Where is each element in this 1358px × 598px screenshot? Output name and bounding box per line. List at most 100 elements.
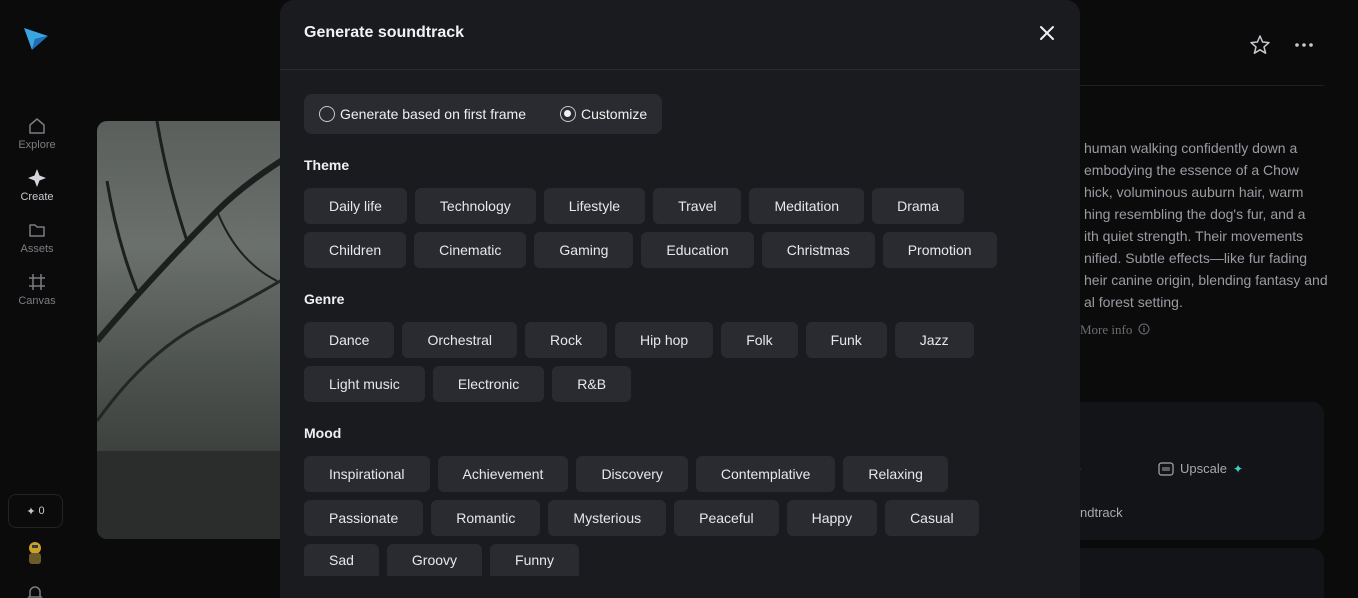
genre-chip[interactable]: R&B bbox=[552, 366, 632, 402]
theme-chip[interactable]: Travel bbox=[653, 188, 742, 224]
theme-chip[interactable]: Lifestyle bbox=[543, 188, 646, 224]
upscale-label: Upscale bbox=[1180, 461, 1227, 476]
mood-chip[interactable]: Achievement bbox=[437, 456, 569, 492]
avatar[interactable] bbox=[24, 540, 46, 566]
forest-image-icon bbox=[97, 121, 297, 539]
description-line: hing resembling the dog's fur, and a bbox=[1084, 206, 1306, 222]
theme-chip-row: Children Cinematic Gaming Education Chri… bbox=[304, 232, 997, 268]
radio-checked-icon bbox=[560, 106, 576, 122]
mood-chip[interactable]: Happy bbox=[786, 500, 878, 536]
mood-chip[interactable]: Inspirational bbox=[304, 456, 430, 492]
theme-chip[interactable]: Cinematic bbox=[414, 232, 527, 268]
description-line: heir canine origin, blending fantasy and bbox=[1084, 272, 1328, 288]
mood-chip[interactable]: Funny bbox=[490, 544, 579, 576]
theme-chip[interactable]: Christmas bbox=[761, 232, 875, 268]
more-info-label: More info bbox=[1080, 322, 1133, 337]
theme-chip[interactable]: Daily life bbox=[304, 188, 407, 224]
description-line: nified. Subtle effects—like fur fading bbox=[1084, 250, 1308, 266]
mood-chip[interactable]: Discovery bbox=[576, 456, 688, 492]
dialog-header: Generate soundtrack bbox=[280, 0, 1080, 70]
theme-chip[interactable]: Gaming bbox=[534, 232, 634, 268]
folder-icon bbox=[29, 224, 45, 237]
genre-chip[interactable]: Electronic bbox=[432, 366, 545, 402]
description-line: ith quiet strength. Their movements bbox=[1084, 228, 1304, 244]
radio-label: Customize bbox=[581, 106, 648, 122]
credits-icon: ✦ bbox=[26, 505, 36, 518]
more-options-icon[interactable] bbox=[1294, 36, 1314, 54]
mood-chip-row: Inspirational Achievement Discovery Cont… bbox=[304, 456, 948, 492]
theme-section-title: Theme bbox=[304, 157, 350, 173]
genre-chip[interactable]: Light music bbox=[304, 366, 425, 402]
radio-customize[interactable]: Customize bbox=[560, 106, 647, 122]
description-line: hick, voluminous auburn hair, warm bbox=[1084, 184, 1304, 200]
theme-chip[interactable]: Technology bbox=[414, 188, 536, 224]
mode-switch: Generate based on first frame Customize bbox=[304, 94, 663, 134]
star-icon[interactable] bbox=[1249, 34, 1271, 56]
divider bbox=[1080, 85, 1324, 86]
video-preview-image bbox=[97, 121, 297, 539]
description-line: embodying the essence of a Chow bbox=[1084, 162, 1299, 178]
app-root: Explore Create Assets Canvas ✦ 0 human w… bbox=[0, 0, 1358, 598]
genre-section-title: Genre bbox=[304, 291, 345, 307]
genre-chip[interactable]: Orchestral bbox=[402, 322, 518, 358]
sidebar-item-label: Canvas bbox=[18, 295, 56, 307]
home-icon bbox=[29, 118, 45, 134]
mood-chip[interactable]: Contemplative bbox=[695, 456, 836, 492]
genre-chip[interactable]: Funk bbox=[805, 322, 887, 358]
mood-chip-row: Sad Groovy Funny bbox=[304, 544, 579, 576]
theme-chip[interactable]: Promotion bbox=[882, 232, 997, 268]
sidebar-item-label: Explore bbox=[18, 139, 56, 151]
upscale-button[interactable]: Upscale ✦ bbox=[1158, 461, 1243, 476]
mood-chip[interactable]: Sad bbox=[304, 544, 379, 576]
genre-chip[interactable]: Rock bbox=[525, 322, 607, 358]
sparkle-icon bbox=[28, 169, 46, 187]
genre-chip[interactable]: Dance bbox=[304, 322, 395, 358]
theme-chip[interactable]: Children bbox=[304, 232, 407, 268]
radio-label: Generate based on first frame bbox=[340, 106, 526, 122]
mood-chip-row: Passionate Romantic Mysterious Peaceful … bbox=[304, 500, 979, 536]
soundtrack-tool-label[interactable]: ndtrack bbox=[1080, 505, 1123, 520]
close-icon[interactable] bbox=[1036, 22, 1058, 44]
canvas-icon bbox=[29, 274, 45, 290]
left-sidebar: Explore Create Assets Canvas ✦ 0 bbox=[0, 0, 74, 598]
mood-section-title: Mood bbox=[304, 425, 342, 441]
dialog-title: Generate soundtrack bbox=[304, 24, 465, 41]
mood-chip[interactable]: Casual bbox=[885, 500, 979, 536]
sparkle-icon: ✦ bbox=[1232, 461, 1244, 476]
app-logo-icon[interactable] bbox=[22, 24, 50, 52]
radio-first-frame[interactable]: Generate based on first frame bbox=[319, 106, 526, 122]
genre-chip[interactable]: Folk bbox=[721, 322, 798, 358]
radio-unchecked-icon bbox=[319, 106, 335, 122]
description-line: al forest setting. bbox=[1084, 294, 1183, 310]
mood-chip[interactable]: Passionate bbox=[304, 500, 424, 536]
mood-chip[interactable]: Romantic bbox=[431, 500, 541, 536]
theme-chip[interactable]: Education bbox=[641, 232, 754, 268]
description-line: human walking confidently down a bbox=[1084, 140, 1298, 156]
mood-chip[interactable]: Groovy bbox=[386, 544, 483, 576]
generate-soundtrack-dialog: Generate soundtrack Generate based on fi… bbox=[280, 0, 1080, 598]
mood-chip[interactable]: Relaxing bbox=[843, 456, 948, 492]
sidebar-item-create[interactable]: Create bbox=[0, 168, 74, 203]
genre-chip[interactable]: Hip hop bbox=[614, 322, 714, 358]
theme-chip[interactable]: Meditation bbox=[749, 188, 865, 224]
info-icon bbox=[1138, 323, 1150, 335]
credits-count: 0 bbox=[38, 505, 45, 517]
genre-chip[interactable]: Jazz bbox=[894, 322, 974, 358]
prompt-description: human walking confidently down a embodyi… bbox=[1084, 137, 1344, 313]
sidebar-item-canvas[interactable]: Canvas bbox=[0, 272, 74, 307]
theme-chip-row: Daily life Technology Lifestyle Travel M… bbox=[304, 188, 965, 224]
genre-chip-row: Light music Electronic R&B bbox=[304, 366, 632, 402]
genre-chip-row: Dance Orchestral Rock Hip hop Folk Funk … bbox=[304, 322, 974, 358]
scroll-clip bbox=[280, 578, 1080, 598]
hd-icon bbox=[1158, 461, 1174, 476]
secondary-card bbox=[1080, 548, 1324, 598]
sidebar-item-explore[interactable]: Explore bbox=[0, 116, 74, 151]
mood-chip[interactable]: Mysterious bbox=[548, 500, 667, 536]
credits-badge[interactable]: ✦ 0 bbox=[8, 494, 63, 528]
mood-chip[interactable]: Peaceful bbox=[674, 500, 779, 536]
theme-chip[interactable]: Drama bbox=[872, 188, 965, 224]
more-info-link[interactable]: More info bbox=[1080, 322, 1150, 338]
sidebar-item-label: Create bbox=[20, 191, 54, 203]
bell-icon[interactable] bbox=[26, 584, 44, 598]
sidebar-item-assets[interactable]: Assets bbox=[0, 220, 74, 255]
